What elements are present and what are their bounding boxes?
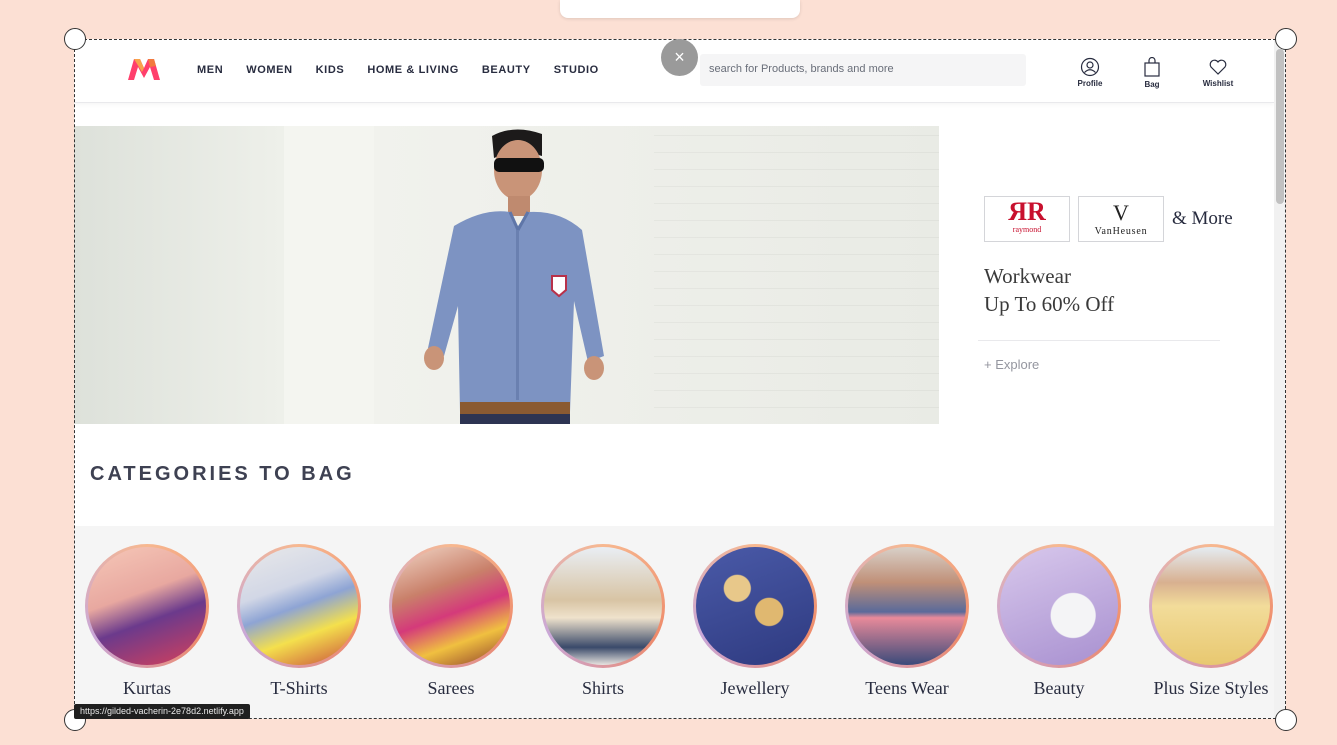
search-input[interactable]: search for Products, brands and more: [700, 54, 1026, 86]
resize-handle-top-left[interactable]: [64, 28, 86, 50]
category-label: Sarees: [427, 678, 475, 698]
profile-icon: [1080, 57, 1100, 77]
category-card[interactable]: Jewellery: [685, 544, 825, 699]
category-card[interactable]: Plus Size Styles: [1141, 544, 1274, 699]
status-bar-url: https://gilded-vacherin-2e78d2.netlify.a…: [74, 704, 250, 719]
nav-studio[interactable]: STUDIO: [554, 64, 599, 76]
raymond-logo[interactable]: ЯR raymond: [984, 196, 1070, 242]
category-label: Beauty: [1033, 678, 1085, 698]
category-card[interactable]: Sarees: [381, 544, 521, 699]
category-image: [88, 547, 206, 665]
close-icon[interactable]: ×: [661, 39, 698, 76]
promo-panel[interactable]: ЯR raymond V VanHeusen & More Workwear U…: [954, 126, 1274, 424]
nav-women[interactable]: WOMEN: [246, 64, 292, 76]
top-floating-tab: [560, 0, 800, 18]
nav-beauty[interactable]: BEAUTY: [482, 64, 531, 76]
category-image: [392, 547, 510, 665]
category-card[interactable]: Kurtas: [77, 544, 217, 699]
wishlist-label: Wishlist: [1202, 79, 1234, 88]
and-more-text: & More: [1172, 208, 1233, 229]
category-image: [544, 547, 662, 665]
category-image: [848, 547, 966, 665]
category-label: Teens Wear: [865, 678, 949, 698]
myntra-logo-icon[interactable]: [126, 56, 162, 82]
hero-banner-image[interactable]: [74, 126, 939, 424]
bag-icon: [1144, 57, 1160, 77]
category-image: [1152, 547, 1270, 665]
main-nav: MEN WOMEN KIDS HOME & LIVING BEAUTY STUD…: [197, 64, 622, 76]
vanheusen-logo[interactable]: V VanHeusen: [1078, 196, 1164, 242]
promo-divider: [978, 340, 1220, 341]
webpage: MEN WOMEN KIDS HOME & LIVING BEAUTY STUD…: [74, 39, 1274, 719]
category-label: Kurtas: [123, 678, 171, 698]
vanheusen-mark: V: [1113, 200, 1129, 225]
profile-label: Profile: [1077, 79, 1103, 88]
resize-handle-top-right[interactable]: [1275, 28, 1297, 50]
promo-headline-line1: Workwear: [984, 264, 1071, 288]
categories-heading: CATEGORIES TO BAG: [90, 463, 355, 485]
category-image: [240, 547, 358, 665]
heart-icon: [1209, 59, 1227, 75]
category-label: Shirts: [581, 678, 624, 698]
promo-headline-line2: Up To 60% Off: [984, 292, 1115, 316]
wishlist-button[interactable]: Wishlist: [1201, 57, 1235, 88]
promo-headline: Workwear Up To 60% Off: [984, 262, 1114, 318]
nav-home-living[interactable]: HOME & LIVING: [367, 64, 459, 76]
vanheusen-wordmark: VanHeusen: [1094, 226, 1148, 237]
resize-handle-bottom-right[interactable]: [1275, 709, 1297, 731]
profile-button[interactable]: Profile: [1074, 57, 1106, 88]
explore-link[interactable]: + Explore: [984, 357, 1039, 372]
category-label: T-Shirts: [270, 678, 328, 698]
model-figure: [424, 129, 604, 424]
vertical-scrollbar[interactable]: [1274, 39, 1286, 719]
category-label: Jewellery: [720, 678, 790, 698]
raymond-mark: ЯR: [1008, 197, 1046, 226]
category-label: Plus Size Styles: [1153, 678, 1269, 698]
scrollbar-thumb[interactable]: [1276, 49, 1284, 204]
category-card[interactable]: Beauty: [989, 544, 1129, 699]
category-card[interactable]: Shirts: [533, 544, 673, 699]
category-card[interactable]: Teens Wear: [837, 544, 977, 699]
nav-kids[interactable]: KIDS: [316, 64, 345, 76]
category-card[interactable]: T-Shirts: [229, 544, 369, 699]
category-image: [1000, 547, 1118, 665]
category-image: [696, 547, 814, 665]
raymond-wordmark: raymond: [1012, 225, 1042, 234]
bag-label: Bag: [1144, 80, 1160, 89]
nav-men[interactable]: MEN: [197, 64, 223, 76]
bag-button[interactable]: Bag: [1137, 57, 1167, 89]
categories-strip: Kurtas T-Shirts Sarees Shirts Jewellery …: [74, 526, 1274, 719]
